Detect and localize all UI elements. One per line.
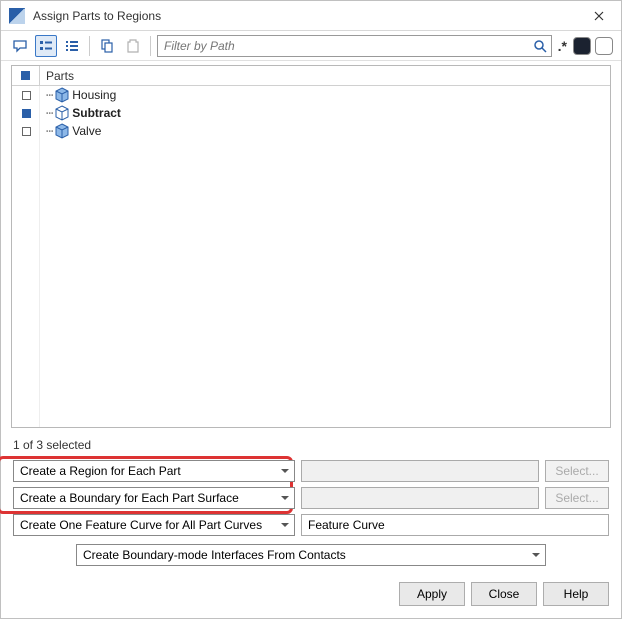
toolbar: .* xyxy=(1,31,621,61)
options-panel: Select... Select... xyxy=(1,460,621,540)
tree-rows: ⋯ Housing ⋯ Subtract ⋯ xyxy=(40,86,610,427)
dialog-window: Assign Parts to Regions .* xyxy=(0,0,622,619)
close-icon xyxy=(594,11,604,21)
list-tree-icon-button[interactable] xyxy=(35,35,57,57)
titlebar: Assign Parts to Regions xyxy=(1,1,621,31)
list-flat-icon xyxy=(64,38,80,54)
regex-toggle[interactable]: .* xyxy=(556,35,569,57)
part-box-wire-icon xyxy=(54,105,70,121)
copy-icon-button[interactable] xyxy=(96,35,118,57)
tree-checkbox-col xyxy=(12,86,40,427)
option-row-region: Select... xyxy=(13,460,609,482)
tree-row[interactable]: ⋯ Subtract xyxy=(40,104,610,122)
option-row-featurecurve xyxy=(13,514,609,536)
boundary-name-input[interactable] xyxy=(301,487,539,509)
color-swatch-light[interactable] xyxy=(595,37,613,55)
featurecurve-mode-select[interactable] xyxy=(13,514,295,536)
tree-row[interactable]: ⋯ Valve xyxy=(40,122,610,140)
list-tree-icon xyxy=(38,38,54,54)
app-icon xyxy=(9,8,25,24)
part-box-icon xyxy=(54,87,70,103)
tree-row[interactable]: ⋯ Housing xyxy=(40,86,610,104)
tree-header-checkbox[interactable] xyxy=(21,71,30,80)
color-swatch-dark[interactable] xyxy=(573,37,591,55)
parts-tree: Parts ⋯ Housing xyxy=(11,65,611,428)
comment-icon xyxy=(12,38,28,54)
tree-item-label: Valve xyxy=(72,124,101,138)
window-title: Assign Parts to Regions xyxy=(33,9,583,23)
row-checkbox[interactable] xyxy=(22,127,31,136)
close-button[interactable] xyxy=(583,4,615,28)
tree-header-checkbox-col[interactable] xyxy=(12,66,40,85)
filter-wrap xyxy=(157,35,552,57)
list-flat-icon-button[interactable] xyxy=(61,35,83,57)
tree-item-label: Subtract xyxy=(72,106,121,120)
region-name-input[interactable] xyxy=(301,460,539,482)
dialog-footer: Apply Close Help xyxy=(1,576,621,618)
option-row-boundary: Select... xyxy=(13,487,609,509)
search-icon-button[interactable] xyxy=(532,38,548,54)
toolbar-separator xyxy=(89,36,90,56)
tree-header: Parts xyxy=(12,66,610,86)
tree-body: ⋯ Housing ⋯ Subtract ⋯ xyxy=(12,86,610,427)
tree-branch-icon: ⋯ xyxy=(46,88,52,102)
copy-icon xyxy=(99,38,115,54)
boundary-mode-select[interactable] xyxy=(13,487,295,509)
toolbar-separator xyxy=(150,36,151,56)
filter-input[interactable] xyxy=(157,35,552,57)
interfaces-mode-select[interactable] xyxy=(76,544,546,566)
row-checkbox[interactable] xyxy=(22,109,31,118)
tree-branch-icon: ⋯ xyxy=(46,124,52,138)
close-dialog-button[interactable]: Close xyxy=(471,582,537,606)
selection-status: 1 of 3 selected xyxy=(1,434,621,460)
paste-icon-button[interactable] xyxy=(122,35,144,57)
help-button[interactable]: Help xyxy=(543,582,609,606)
row-checkbox[interactable] xyxy=(22,91,31,100)
comment-icon-button[interactable] xyxy=(9,35,31,57)
search-icon xyxy=(532,38,548,54)
tree-item-label: Housing xyxy=(72,88,116,102)
tree-header-label: Parts xyxy=(40,66,610,85)
tree-branch-icon: ⋯ xyxy=(46,106,52,120)
boundary-select-button[interactable]: Select... xyxy=(545,487,609,509)
option-row-interfaces xyxy=(1,540,621,576)
featurecurve-name-input[interactable] xyxy=(301,514,609,536)
region-mode-select[interactable] xyxy=(13,460,295,482)
part-box-icon xyxy=(54,123,70,139)
paste-icon xyxy=(125,38,141,54)
region-select-button[interactable]: Select... xyxy=(545,460,609,482)
apply-button[interactable]: Apply xyxy=(399,582,465,606)
